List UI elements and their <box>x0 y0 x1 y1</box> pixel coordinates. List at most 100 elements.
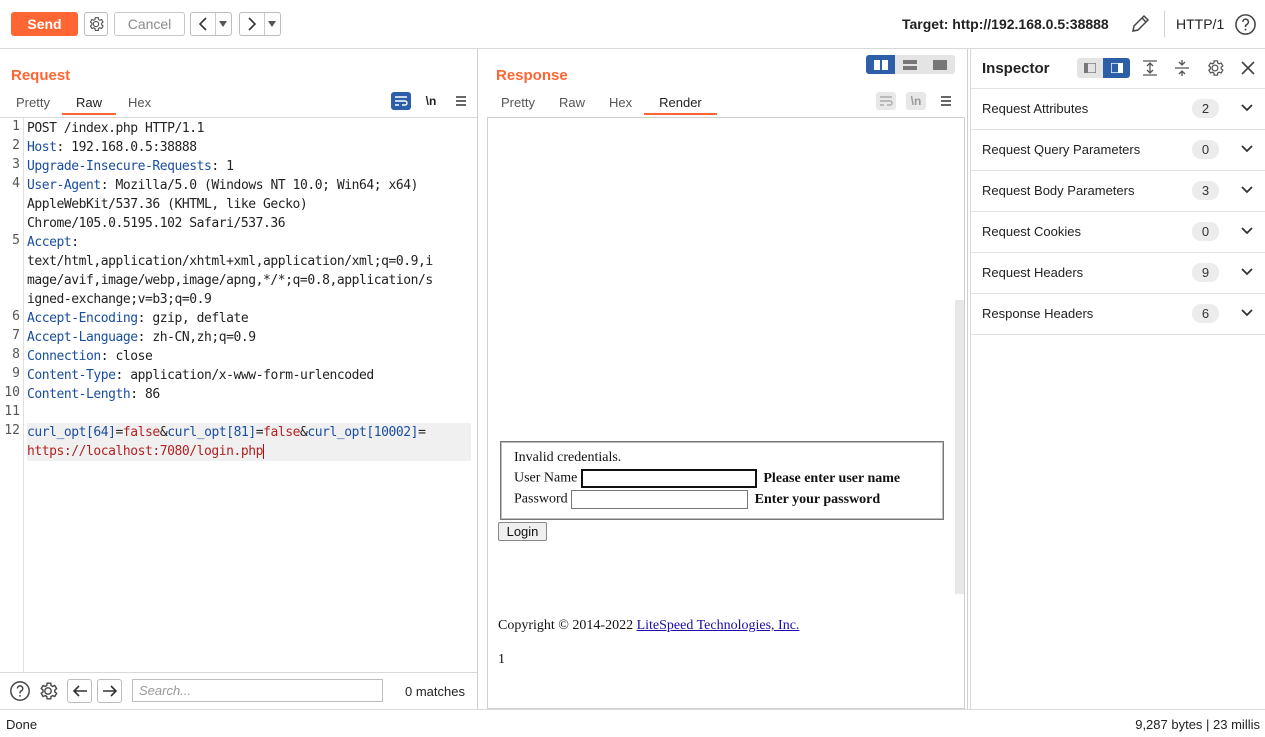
edit-target-button[interactable] <box>1129 13 1151 35</box>
top-toolbar: Send Cancel Target: http://192.168.0.5:3… <box>0 0 1265 49</box>
password-row: Password Enter your password <box>514 490 880 509</box>
layout-tabs-button[interactable] <box>925 55 955 74</box>
line-text: text/html,application/xhtml+xml,applicat… <box>27 254 433 269</box>
tab-pretty[interactable]: Pretty <box>489 93 547 115</box>
hamburger-icon <box>941 96 951 106</box>
show-newlines-toggle[interactable]: \n <box>421 92 441 110</box>
http-version-toggle[interactable]: HTTP/1 <box>1176 16 1224 32</box>
wrap-icon <box>880 96 893 106</box>
tab-raw[interactable]: Raw <box>547 93 597 115</box>
layout-side-by-side-button[interactable] <box>866 55 895 74</box>
inspector-section[interactable]: Request Body Parameters 3 <box>971 171 1265 212</box>
arrow-right-icon <box>102 685 117 697</box>
login-button[interactable]: Login <box>498 522 547 541</box>
trailing-text: 1 <box>498 652 505 667</box>
help-icon <box>10 681 30 701</box>
target-label[interactable]: Target: http://192.168.0.5:38888 <box>902 16 1109 32</box>
cancel-button[interactable]: Cancel <box>114 12 185 36</box>
inspector-left-layout-button[interactable] <box>1077 58 1103 78</box>
search-previous-button[interactable] <box>67 679 92 703</box>
copyright-prefix: Copyright © 2014-2022 <box>498 618 637 633</box>
search-bar: Search... 0 matches <box>0 672 477 709</box>
search-input[interactable]: Search... <box>132 679 383 702</box>
inspector-section[interactable]: Request Headers 9 <box>971 253 1265 294</box>
collapse-icon <box>1175 60 1189 76</box>
code-line: Content-Type: application/x-www-form-url… <box>27 366 471 385</box>
layout-toggle-group <box>866 55 955 74</box>
forward-history-dropdown[interactable] <box>264 13 278 35</box>
password-hint: Enter your password <box>754 491 881 507</box>
param-equals: = <box>115 425 124 440</box>
inspector-section[interactable]: Request Cookies 0 <box>971 212 1265 253</box>
header-name: Content-Length <box>27 387 131 402</box>
request-code[interactable]: POST /index.php HTTP/1.1 Host: 192.168.0.… <box>27 119 471 461</box>
response-menu-button[interactable] <box>938 93 954 109</box>
chevron-down-icon <box>1241 309 1253 317</box>
chevron-down-icon <box>1241 104 1253 112</box>
back-button[interactable] <box>191 13 215 35</box>
inspector-settings-button[interactable] <box>1205 58 1225 78</box>
panel-divider-left <box>477 49 478 709</box>
body-line: curl_opt[64]=false&curl_opt[81]=false&cu… <box>27 423 471 442</box>
code-line: text/html,application/xhtml+xml,applicat… <box>27 252 471 271</box>
tab-hex[interactable]: Hex <box>116 93 163 115</box>
inspector-right-layout-button[interactable] <box>1103 58 1130 78</box>
header-name: Upgrade-Insecure-Requests <box>27 159 212 174</box>
inspector-section-label: Request Attributes <box>982 101 1089 116</box>
send-button[interactable]: Send <box>11 12 78 36</box>
back-nav-group <box>190 12 232 36</box>
code-line: POST /index.php HTTP/1.1 <box>27 119 471 138</box>
tab-pretty[interactable]: Pretty <box>4 93 62 115</box>
header-name: Accept-Encoding <box>27 311 138 326</box>
username-input[interactable] <box>580 469 757 488</box>
line-text: POST /index.php HTTP/1.1 <box>27 121 205 136</box>
response-stats: 9,287 bytes | 23 millis <box>1135 717 1260 732</box>
expand-all-button[interactable] <box>1141 59 1159 77</box>
layout-stacked-button[interactable] <box>895 55 925 74</box>
forward-button[interactable] <box>240 13 264 35</box>
collapse-all-button[interactable] <box>1173 59 1191 77</box>
search-next-button[interactable] <box>97 679 122 703</box>
back-history-dropdown[interactable] <box>215 13 229 35</box>
settings-button[interactable] <box>84 12 108 36</box>
inspector-section[interactable]: Response Headers 6 <box>971 294 1265 335</box>
header-value: : zh-CN,zh;q=0.9 <box>137 330 256 345</box>
inspector-section-count: 3 <box>1192 181 1219 200</box>
inspector-section[interactable]: Request Query Parameters 0 <box>971 130 1265 171</box>
param-value: https://localhost:7080/login.php <box>27 444 264 459</box>
header-value: : 1 <box>211 159 234 174</box>
code-line: mage/avif,image/webp,image/apng,*/*;q=0.… <box>27 271 471 290</box>
word-wrap-toggle[interactable] <box>391 92 411 110</box>
status-message: Done <box>6 717 38 732</box>
inspector-close-button[interactable] <box>1239 59 1257 77</box>
word-wrap-toggle[interactable] <box>876 92 896 110</box>
password-input[interactable] <box>571 490 749 509</box>
inspector-title: Inspector <box>982 60 1050 77</box>
request-title: Request <box>11 67 71 84</box>
inspector-section-label: Response Headers <box>982 306 1094 321</box>
line-number: 3 <box>12 157 20 172</box>
request-menu-button[interactable] <box>453 93 469 109</box>
litespeed-link[interactable]: LiteSpeed Technologies, Inc. <box>637 618 800 633</box>
request-editor[interactable]: 1 2 3 4 5 6 7 8 9 10 11 12 POST /index.php HTTP/1.1… <box>0 117 477 672</box>
inspector-section[interactable]: Request Attributes 2 <box>971 89 1265 130</box>
inspector-section-label: Request Query Parameters <box>982 142 1141 157</box>
line-text: igned-exchange;v=b3;q=0.9 <box>27 292 212 307</box>
render-scrollbar[interactable] <box>955 300 964 594</box>
close-icon <box>1241 61 1255 75</box>
header-name: Accept <box>27 235 72 250</box>
help-icon <box>1235 14 1256 35</box>
username-label: User Name <box>514 470 578 486</box>
help-button[interactable] <box>1234 13 1257 36</box>
tab-hex[interactable]: Hex <box>597 93 644 115</box>
search-help-button[interactable] <box>9 680 31 702</box>
code-line: igned-exchange;v=b3;q=0.9 <box>27 290 471 309</box>
tab-render[interactable]: Render <box>644 93 717 115</box>
panel-right-icon <box>1110 63 1123 73</box>
show-newlines-toggle[interactable]: \n <box>906 92 926 110</box>
search-settings-button[interactable] <box>37 680 59 702</box>
line-text: Chrome/105.0.5195.102 Safari/537.36 <box>27 216 286 231</box>
tab-raw[interactable]: Raw <box>61 93 116 115</box>
chevron-down-icon <box>1241 268 1253 276</box>
